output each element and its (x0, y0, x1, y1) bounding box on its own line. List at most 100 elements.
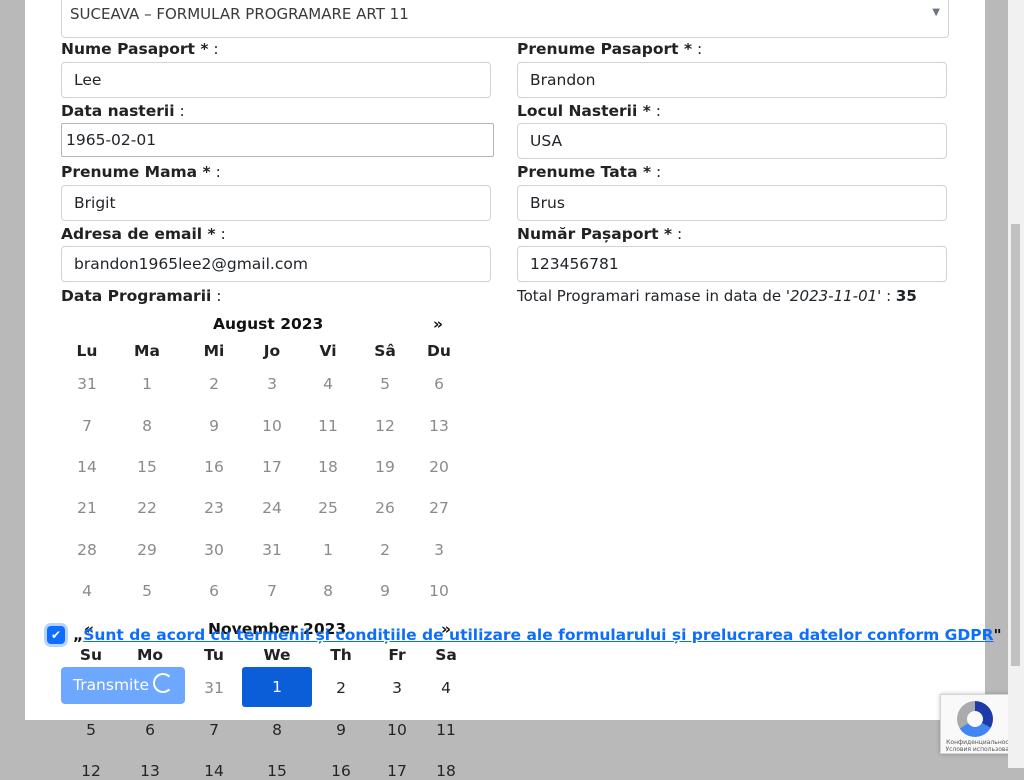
recaptcha-logo-icon (957, 701, 993, 737)
calendar-day[interactable]: 24 (252, 499, 292, 517)
nume-pasaport-input[interactable]: Lee (61, 62, 491, 98)
weekday-header: Ma (134, 342, 160, 360)
form-type-select[interactable]: SUCEAVA – FORMULAR PROGRAMARE ART 11 ▼ (61, 0, 949, 38)
prenume-mama-input[interactable]: Brigit (61, 185, 491, 221)
calendar-day[interactable]: 23 (194, 499, 234, 517)
calendar-day[interactable]: 14 (194, 762, 234, 780)
gdpr-checkbox[interactable]: ✔ (47, 626, 65, 644)
calendar-day[interactable]: 3 (252, 375, 292, 393)
calendar-day[interactable]: 16 (321, 762, 361, 780)
calendar-day[interactable]: 2 (321, 679, 361, 697)
check-icon: ✔ (50, 628, 62, 642)
calendar-day[interactable]: 6 (130, 721, 170, 739)
weekday-header: Tu (204, 646, 224, 664)
calendar-day[interactable]: 11 (426, 721, 466, 739)
calendar-day[interactable]: 7 (194, 721, 234, 739)
calendar-day[interactable]: 15 (257, 762, 297, 780)
calendar-day[interactable]: 29 (127, 541, 167, 559)
weekday-header: Sâ (374, 342, 396, 360)
calendar-day[interactable]: 3 (419, 541, 459, 559)
prenume-pasaport-label: Prenume Pasaport * : (517, 40, 703, 58)
numar-pasaport-input[interactable]: 123456781 (517, 246, 947, 282)
calendar-day[interactable]: 30 (194, 541, 234, 559)
prenume-tata-input[interactable]: Brus (517, 185, 947, 221)
calendar-day[interactable]: 20 (419, 458, 459, 476)
calendar-day[interactable]: 31 (252, 541, 292, 559)
calendar-day[interactable]: 19 (365, 458, 405, 476)
form-type-select-value: SUCEAVA – FORMULAR PROGRAMARE ART 11 (70, 5, 409, 23)
calendar-day[interactable]: 7 (67, 417, 107, 435)
calendar-day[interactable]: 25 (308, 499, 348, 517)
calendar-day[interactable]: 8 (308, 582, 348, 600)
calendar-day[interactable]: 11 (308, 417, 348, 435)
nume-pasaport-label: Nume Pasaport * : (61, 40, 219, 58)
calendar-day[interactable]: 17 (252, 458, 292, 476)
numar-pasaport-value: 123456781 (530, 255, 619, 273)
calendar-day[interactable]: 9 (365, 582, 405, 600)
prenume-pasaport-input[interactable]: Brandon (517, 62, 947, 98)
calendar-day[interactable]: 26 (365, 499, 405, 517)
calendar-day[interactable]: 27 (419, 499, 459, 517)
calendar-day[interactable]: 31 (67, 375, 107, 393)
calendar-day[interactable]: 18 (426, 762, 466, 780)
weekday-header: Du (427, 342, 451, 360)
calendar-aug-next-button[interactable]: » (433, 315, 443, 333)
calendar-day[interactable]: 7 (252, 582, 292, 600)
calendar-day[interactable]: 4 (67, 582, 107, 600)
weekday-header: Fr (388, 646, 406, 664)
calendar-day[interactable]: 8 (257, 721, 297, 739)
data-nasterii-input[interactable]: 1965-02-01 (61, 123, 494, 157)
calendar-day[interactable]: 10 (377, 721, 417, 739)
weekday-header: Sa (435, 646, 457, 664)
weekday-header: Lu (76, 342, 98, 360)
calendar-day[interactable]: 9 (321, 721, 361, 739)
prenume-mama-label: Prenume Mama * : (61, 163, 221, 181)
calendar-day[interactable]: 2 (194, 375, 234, 393)
calendar-day[interactable]: 6 (194, 582, 234, 600)
gdpr-link[interactable]: Sunt de acord cu termenii și condițiile … (83, 626, 993, 644)
calendar-aug-title: August 2023 (213, 315, 324, 333)
calendar-day[interactable]: 3 (377, 679, 417, 697)
calendar-day[interactable]: 8 (127, 417, 167, 435)
calendar-day[interactable]: 6 (419, 375, 459, 393)
calendar-day[interactable]: 4 (308, 375, 348, 393)
calendar-day[interactable]: 18 (308, 458, 348, 476)
calendar-day-selected[interactable]: 1 (242, 667, 312, 707)
vertical-scrollbar[interactable] (1008, 0, 1024, 768)
calendar-day[interactable]: 12 (71, 762, 111, 780)
calendar-day[interactable]: 21 (67, 499, 107, 517)
data-nasterii-value: 1965-02-01 (66, 131, 157, 149)
calendar-day[interactable]: 22 (127, 499, 167, 517)
calendar-day[interactable]: 15 (127, 458, 167, 476)
calendar-day[interactable]: 5 (71, 721, 111, 739)
calendar-day[interactable]: 16 (194, 458, 234, 476)
gdpr-consent: „Sunt de acord cu termenii și condițiile… (73, 626, 1002, 644)
calendar-day[interactable]: 10 (252, 417, 292, 435)
calendar-day[interactable]: 9 (194, 417, 234, 435)
calendar-day[interactable]: 1 (308, 541, 348, 559)
scrollbar-thumb[interactable] (1011, 224, 1020, 666)
calendar-day[interactable]: 10 (419, 582, 459, 600)
calendar-day[interactable]: 31 (194, 679, 234, 697)
calendar-day[interactable]: 14 (67, 458, 107, 476)
calendar-day[interactable]: 13 (419, 417, 459, 435)
calendar-day[interactable]: 17 (377, 762, 417, 780)
calendar-day[interactable]: 2 (365, 541, 405, 559)
calendar-day[interactable]: 12 (365, 417, 405, 435)
calendar-day[interactable]: 5 (365, 375, 405, 393)
prenume-pasaport-value: Brandon (530, 71, 596, 89)
locul-nasterii-input[interactable]: USA (517, 123, 947, 159)
weekday-header: Vi (319, 342, 337, 360)
calendar-day[interactable]: 13 (130, 762, 170, 780)
weekday-header: Jo (263, 342, 281, 360)
calendar-day[interactable]: 5 (127, 582, 167, 600)
email-field[interactable]: brandon1965lee2@gmail.com (61, 246, 491, 282)
email-value: brandon1965lee2@gmail.com (74, 255, 308, 273)
calendar-day[interactable]: 4 (426, 679, 466, 697)
email-label: Adresa de email * : (61, 225, 226, 243)
prenume-mama-value: Brigit (74, 194, 116, 212)
nume-pasaport-value: Lee (74, 71, 102, 89)
calendar-day[interactable]: 28 (67, 541, 107, 559)
prenume-tata-value: Brus (530, 194, 565, 212)
calendar-day[interactable]: 1 (127, 375, 167, 393)
